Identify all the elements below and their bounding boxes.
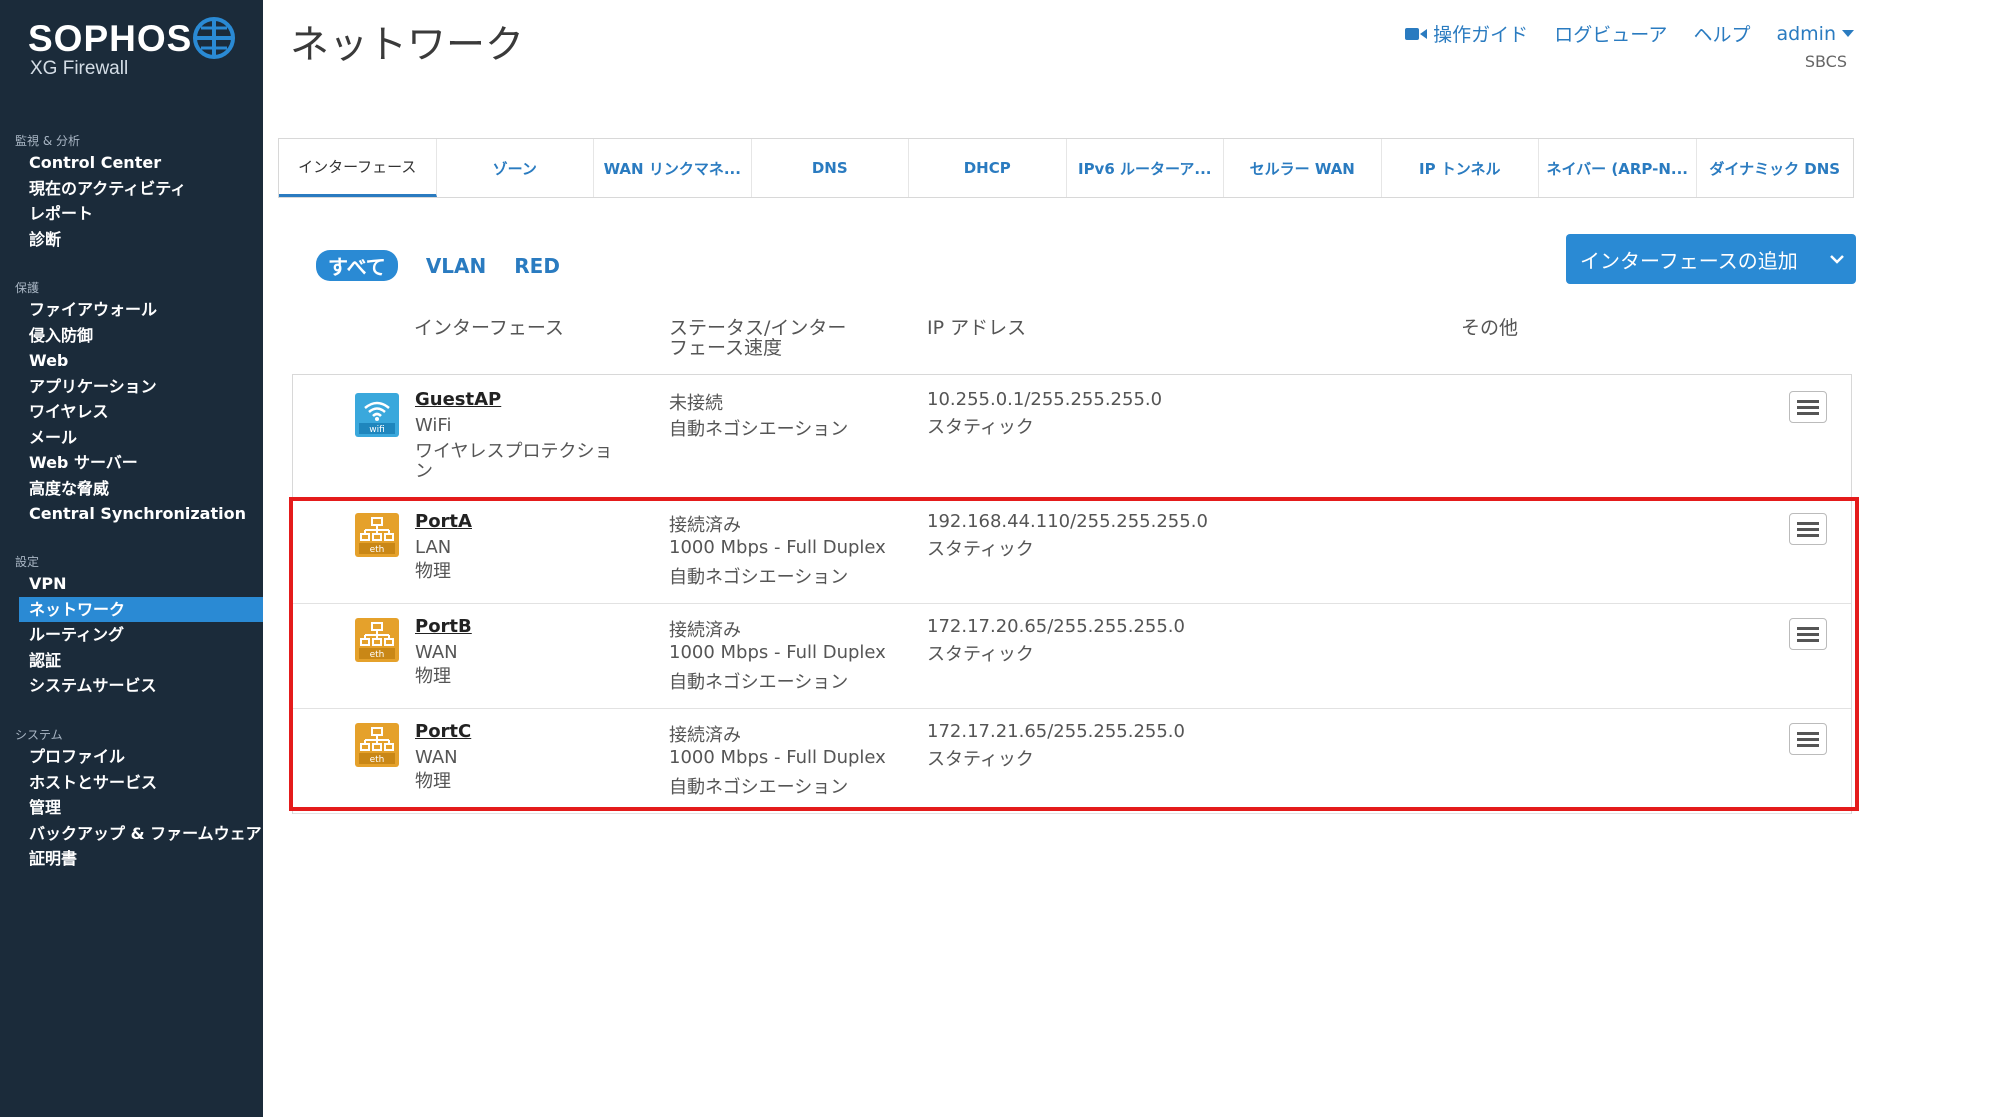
- sidebar-item-current-activity[interactable]: 現在のアクティビティ: [0, 176, 263, 202]
- hamburger-icon: [1797, 400, 1819, 415]
- nav-group-protect: 保護 ファイアウォール 侵入防御 Web アプリケーション ワイヤレス メール …: [0, 279, 263, 527]
- column-header-status: ステータス/インター フェース速度: [669, 318, 846, 358]
- interface-name[interactable]: GuestAP: [415, 389, 501, 410]
- sidebar-item-authentication[interactable]: 認証: [0, 648, 263, 674]
- sidebar-item-email[interactable]: メール: [0, 425, 263, 451]
- add-interface-button[interactable]: インターフェースの追加: [1566, 234, 1856, 284]
- interface-sub: ワイヤレスプロテクショ: [415, 441, 613, 462]
- sidebar-item-backup-firmware[interactable]: バックアップ & ファームウェア: [0, 821, 263, 847]
- tab-neighbors[interactable]: ネイバー (ARP-N...: [1539, 139, 1697, 197]
- interface-negotiation: 自動ネゴシエーション: [669, 419, 849, 440]
- filter-bar: すべて VLAN RED: [316, 250, 560, 281]
- page-title: ネットワーク: [290, 23, 525, 68]
- sidebar-item-network[interactable]: ネットワーク: [19, 596, 263, 622]
- sidebar-item-wireless[interactable]: ワイヤレス: [0, 399, 263, 425]
- svg-text:wifi: wifi: [369, 425, 385, 435]
- tab-wan-link-manager[interactable]: WAN リンクマネ...: [594, 139, 752, 197]
- caret-down-icon: [1842, 29, 1854, 37]
- highlight-box: [289, 497, 1859, 811]
- log-viewer-link[interactable]: ログビューア: [1554, 20, 1667, 47]
- interface-type: WiFi: [415, 415, 452, 436]
- column-header-other: その他: [1461, 317, 1519, 339]
- sidebar-item-administration[interactable]: 管理: [0, 795, 263, 821]
- tab-dhcp[interactable]: DHCP: [909, 139, 1067, 197]
- sidebar: SOPHOS XG Firewall 監視 & 分析 Control Cente…: [0, 0, 263, 1117]
- sidebar-item-ips[interactable]: 侵入防御: [0, 323, 263, 349]
- interface-ip: 10.255.0.1/255.255.255.0: [927, 389, 1163, 410]
- filter-vlan[interactable]: VLAN: [426, 254, 486, 278]
- user-menu[interactable]: admin: [1776, 23, 1854, 45]
- column-header-interface: インターフェース: [414, 317, 564, 339]
- tenant-label: SBCS: [1804, 52, 1847, 71]
- nav-group-title: 設定: [15, 555, 40, 569]
- sidebar-item-control-center[interactable]: Control Center: [0, 150, 263, 176]
- tab-bar: インターフェース ゾーン WAN リンクマネ... DNS DHCP IPv6 …: [278, 138, 1854, 198]
- column-header-status-line2: フェース速度: [669, 337, 783, 359]
- brand-name: SOPHOS: [28, 18, 193, 59]
- tab-ipv6-router[interactable]: IPv6 ルーターア...: [1067, 139, 1224, 197]
- sophos-logo: SOPHOS XG Firewall: [28, 14, 238, 84]
- add-interface-label: インターフェースの追加: [1580, 248, 1798, 273]
- interface-sub2: ン: [415, 461, 433, 482]
- column-header-status-line1: ステータス/インター: [669, 317, 847, 339]
- guide-label: 操作ガイド: [1433, 24, 1529, 46]
- help-link[interactable]: ヘルプ: [1693, 20, 1750, 47]
- user-name: admin: [1776, 22, 1836, 45]
- nav-group-monitor: 監視 & 分析 Control Center 現在のアクティビティ レポート 診…: [0, 132, 263, 252]
- top-links: 操作ガイド ログビューア ヘルプ admin: [1405, 20, 1854, 47]
- sidebar-item-hosts-services[interactable]: ホストとサービス: [0, 770, 263, 796]
- nav-group-title: システム: [15, 728, 63, 742]
- filter-all[interactable]: すべて: [316, 250, 398, 281]
- sidebar-item-web-server[interactable]: Web サーバー: [0, 450, 263, 476]
- sidebar-item-vpn[interactable]: VPN: [0, 571, 263, 597]
- table-row: wifi GuestAP WiFi ワイヤレスプロテクショ ン 未接続 自動ネゴ…: [293, 375, 1851, 499]
- nav-group-title: 保護: [15, 281, 40, 295]
- tab-cellular-wan[interactable]: セルラー WAN: [1224, 139, 1382, 197]
- interface-status: 未接続: [669, 393, 723, 414]
- sidebar-item-applications[interactable]: アプリケーション: [0, 374, 263, 400]
- tab-dynamic-dns[interactable]: ダイナミック DNS: [1697, 139, 1854, 197]
- sidebar-item-system-services[interactable]: システムサービス: [0, 673, 263, 699]
- sidebar-item-advanced-threat[interactable]: 高度な脅威: [0, 476, 263, 502]
- wifi-icon: wifi: [355, 393, 399, 437]
- nav-group-title: 監視 & 分析: [15, 134, 80, 148]
- tab-dns[interactable]: DNS: [752, 139, 909, 197]
- chevron-down-icon[interactable]: [1818, 254, 1856, 264]
- tab-interfaces[interactable]: インターフェース: [279, 139, 437, 197]
- sidebar-item-certificates[interactable]: 証明書: [0, 846, 263, 872]
- interface-mode: スタティック: [927, 417, 1034, 438]
- row-menu-button[interactable]: [1789, 391, 1827, 423]
- sidebar-item-web[interactable]: Web: [0, 348, 263, 374]
- filter-red[interactable]: RED: [514, 254, 560, 278]
- globe-icon: [193, 17, 235, 59]
- column-header-ip: IP アドレス: [927, 317, 1027, 339]
- nav-group-system: システム プロファイル ホストとサービス 管理 バックアップ & ファームウェア…: [0, 726, 263, 872]
- nav-group-configure: 設定 VPN ネットワーク ルーティング 認証 システムサービス: [0, 553, 263, 699]
- sidebar-item-reports[interactable]: レポート: [0, 201, 263, 227]
- sidebar-item-routing[interactable]: ルーティング: [0, 622, 263, 648]
- sidebar-item-central-sync[interactable]: Central Synchronization: [0, 501, 263, 527]
- sidebar-item-profiles[interactable]: プロファイル: [0, 744, 263, 770]
- sidebar-item-diagnostics[interactable]: 診断: [0, 227, 263, 253]
- tab-ip-tunnels[interactable]: IP トンネル: [1382, 139, 1539, 197]
- brand-product: XG Firewall: [30, 58, 129, 79]
- video-camera-icon: [1405, 27, 1428, 40]
- guide-link[interactable]: 操作ガイド: [1405, 20, 1528, 47]
- tab-zones[interactable]: ゾーン: [437, 139, 594, 197]
- sidebar-item-firewall[interactable]: ファイアウォール: [0, 297, 263, 323]
